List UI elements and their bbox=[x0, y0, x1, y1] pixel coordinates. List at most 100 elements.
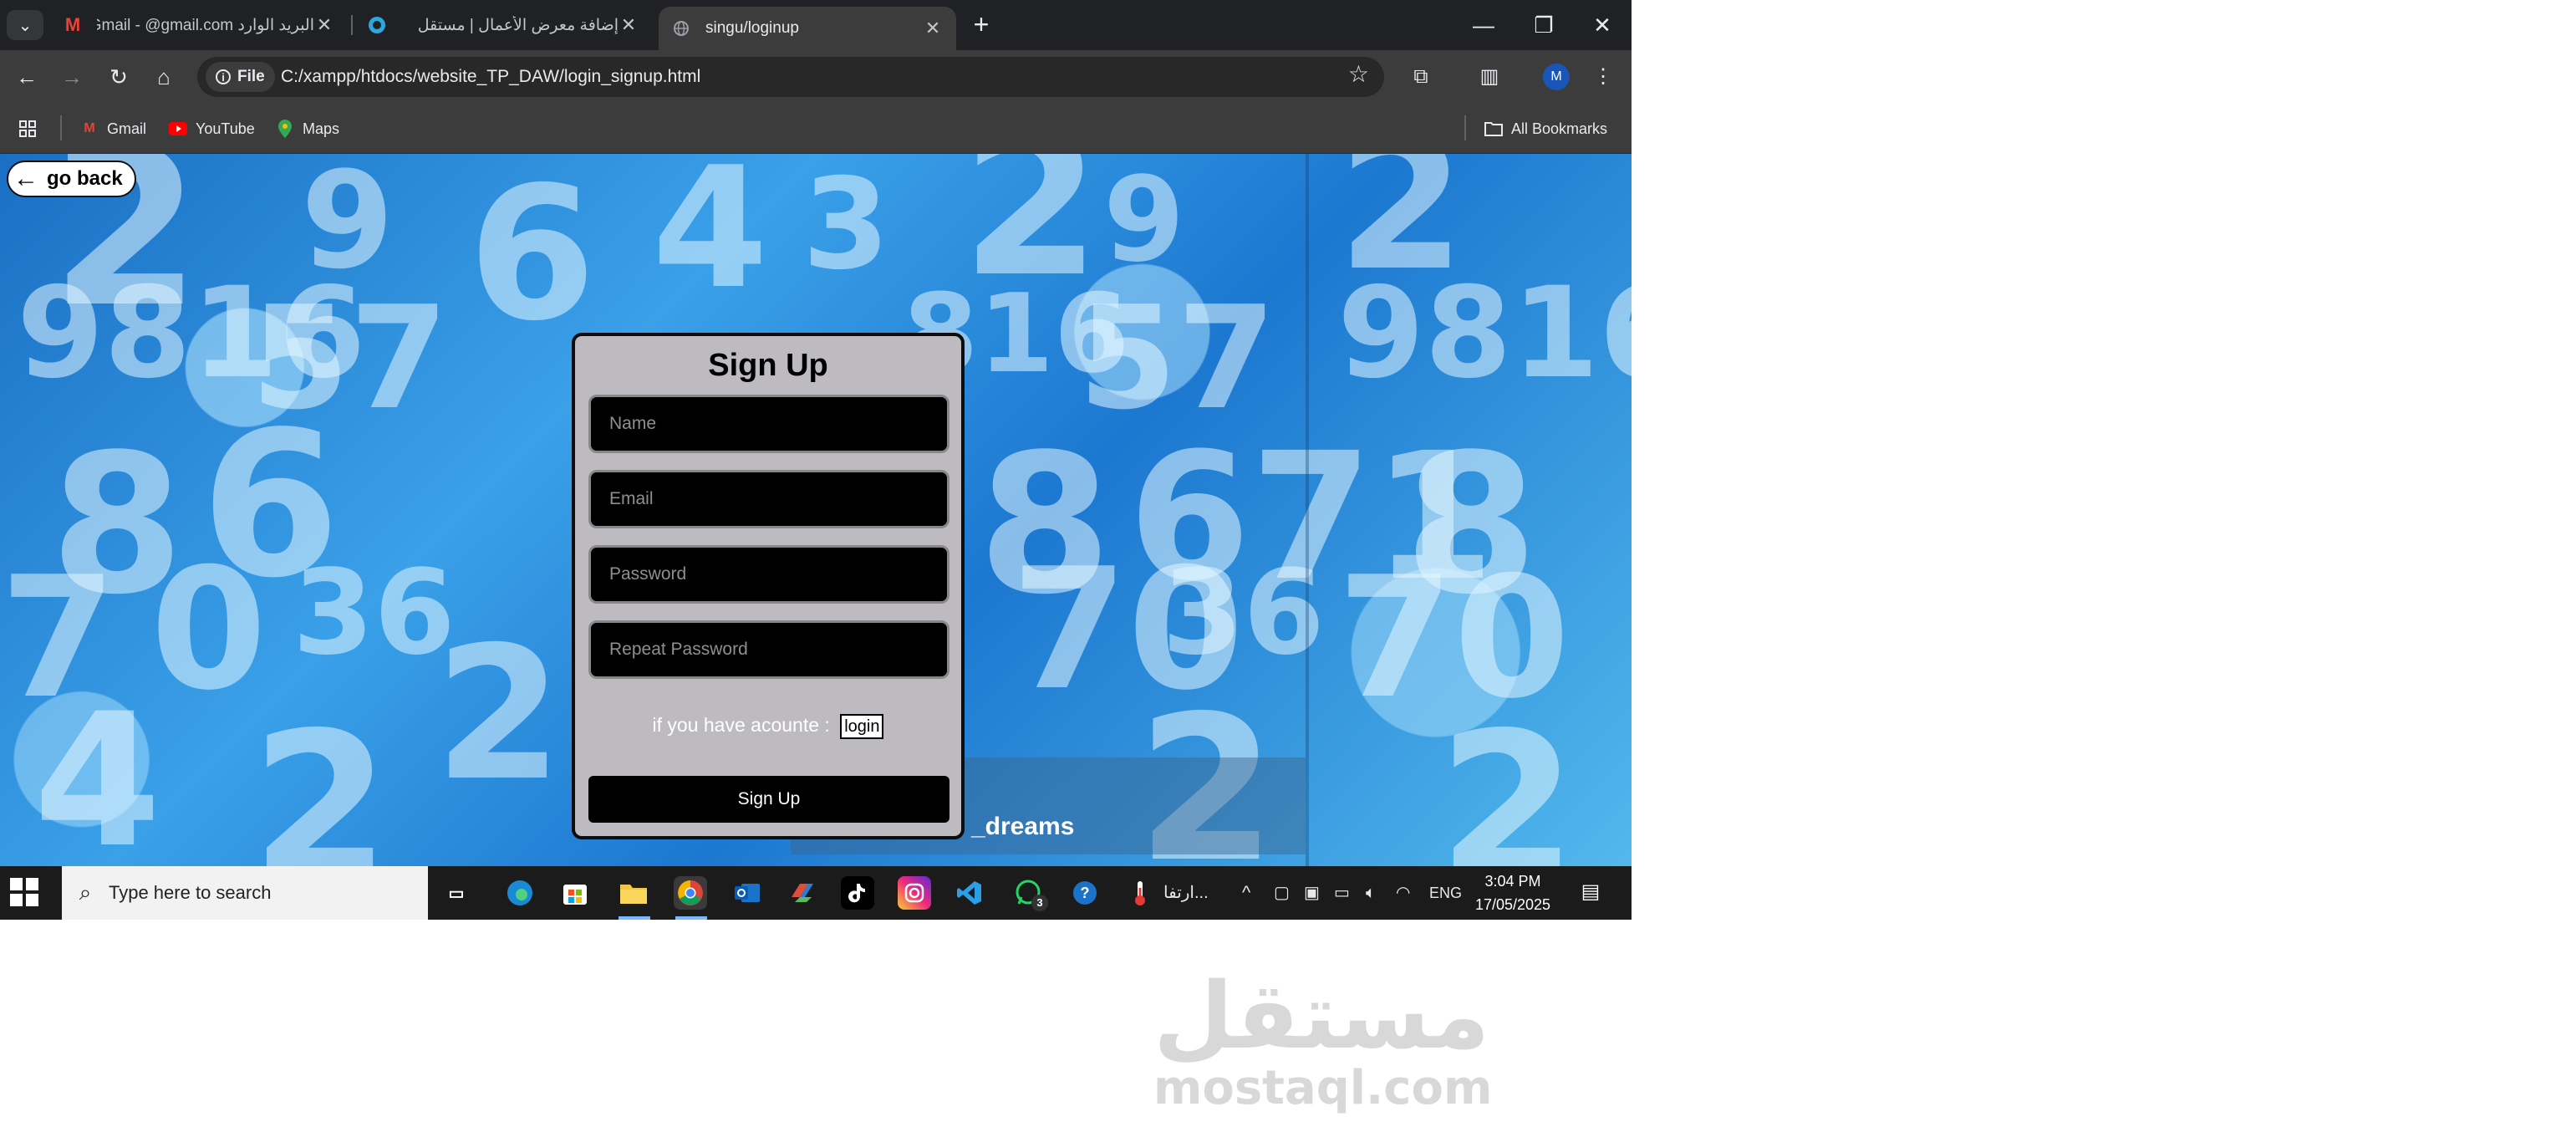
weather-text[interactable]: ارتفا... bbox=[1163, 866, 1209, 920]
notification-badge: 3 bbox=[1031, 895, 1048, 911]
wifi-icon[interactable]: ◠ bbox=[1396, 866, 1410, 920]
login-link[interactable]: login bbox=[840, 714, 884, 739]
notification-center-icon[interactable]: ▤ bbox=[1578, 880, 1603, 905]
chevron-up-icon[interactable]: ^ bbox=[1242, 866, 1250, 920]
back-button[interactable]: ← bbox=[10, 60, 43, 94]
bookmark-label: YouTube bbox=[196, 120, 255, 137]
bookmark-divider bbox=[1464, 115, 1466, 140]
folder-icon bbox=[1484, 120, 1503, 138]
close-tab-icon[interactable]: ✕ bbox=[314, 14, 334, 36]
youtube-icon bbox=[169, 120, 187, 138]
taskbar-search-placeholder: Type here to search bbox=[109, 882, 272, 903]
active-indicator bbox=[675, 916, 707, 920]
microsoft-store-icon[interactable] bbox=[558, 876, 592, 910]
menu-kebab-icon[interactable]: ⋮ bbox=[1586, 60, 1620, 94]
tray-device-icon[interactable]: ▢ bbox=[1274, 866, 1290, 920]
tab-search-button[interactable]: ⌄ bbox=[7, 10, 43, 40]
arrow-left-icon: ← bbox=[16, 64, 38, 89]
background-caption: _dreams bbox=[971, 813, 1075, 840]
close-window-button[interactable]: ✕ bbox=[1581, 8, 1623, 42]
reading-list-icon[interactable]: ▥ bbox=[1473, 60, 1506, 94]
tab-strip: ⌄ M البريد الوارد Gmail - @gmail.com ✕ إ… bbox=[0, 0, 1632, 50]
outlook-icon[interactable] bbox=[731, 876, 764, 910]
forward-button[interactable]: → bbox=[55, 60, 89, 94]
form-title: Sign Up bbox=[708, 348, 828, 383]
address-bar[interactable]: i File C:/xampp/htdocs/website_TP_DAW/lo… bbox=[197, 57, 1384, 97]
task-view-icon[interactable]: ▭ bbox=[440, 876, 473, 910]
gmail-icon: M bbox=[64, 14, 81, 35]
all-bookmarks-button[interactable]: All Bookmarks bbox=[1484, 115, 1607, 142]
email-field[interactable] bbox=[588, 470, 949, 528]
instagram-icon[interactable] bbox=[898, 876, 931, 910]
tab-gmail[interactable]: M البريد الوارد Gmail - @gmail.com ✕ bbox=[50, 7, 348, 43]
mostaql-icon bbox=[368, 16, 386, 34]
close-tab-icon[interactable]: ✕ bbox=[619, 14, 639, 36]
go-back-button[interactable]: ← go back bbox=[7, 161, 136, 197]
vscode-icon[interactable] bbox=[953, 876, 986, 910]
scheme-label: File bbox=[237, 68, 265, 85]
tab-title: إضافة معرض الأعمال | مستقل bbox=[417, 16, 619, 34]
taskbar-clock[interactable]: 3:04 PM 17/05/2025 bbox=[1471, 870, 1555, 916]
arrow-left-icon: ← bbox=[13, 165, 38, 192]
go-back-label: go back bbox=[47, 167, 123, 190]
screenshot: ⌄ M البريد الوارد Gmail - @gmail.com ✕ إ… bbox=[0, 0, 1632, 920]
info-icon: i bbox=[216, 69, 231, 84]
reload-icon: ↻ bbox=[109, 64, 128, 89]
signup-form: Sign Up if you have acounte : login Sign… bbox=[572, 333, 965, 839]
browser-toolbar: ← → ↻ ⌂ i File C:/xampp/htdocs/website_T… bbox=[0, 50, 1632, 104]
clock-time: 3:04 PM bbox=[1484, 873, 1541, 890]
site-info-chip[interactable]: i File bbox=[206, 62, 275, 92]
home-icon: ⌂ bbox=[157, 64, 171, 89]
background-seam bbox=[1306, 154, 1309, 866]
bookmark-gmail[interactable]: M Gmail bbox=[80, 115, 146, 142]
weather-thermometer-icon[interactable] bbox=[1123, 876, 1157, 910]
password-field[interactable] bbox=[588, 545, 949, 604]
mostaql-watermark: مستقل mostaql.com bbox=[1153, 962, 1492, 1112]
bookmark-maps[interactable]: Maps bbox=[276, 115, 339, 142]
file-explorer-icon[interactable] bbox=[617, 876, 650, 910]
windows-taskbar: ⌕ Type here to search ▭ 3 ? ارتفا... ^ ▢… bbox=[0, 866, 1632, 920]
chevron-down-icon: ⌄ bbox=[18, 16, 33, 35]
edge-icon[interactable] bbox=[503, 876, 537, 910]
maps-icon bbox=[276, 120, 294, 138]
tiktok-icon[interactable] bbox=[841, 876, 874, 910]
m365-icon[interactable] bbox=[786, 876, 819, 910]
battery-icon[interactable]: ▭ bbox=[1334, 866, 1350, 920]
gmail-icon: M bbox=[84, 121, 95, 135]
tab-title: البريد الوارد Gmail - @gmail.com bbox=[97, 16, 314, 34]
signup-submit-button[interactable]: Sign Up bbox=[588, 776, 949, 823]
new-tab-button[interactable]: + bbox=[966, 10, 996, 40]
home-button[interactable]: ⌂ bbox=[147, 60, 181, 94]
apps-grid-icon[interactable] bbox=[18, 115, 37, 142]
globe-icon bbox=[672, 19, 690, 38]
search-icon: ⌕ bbox=[79, 880, 92, 905]
help-icon[interactable]: ? bbox=[1068, 876, 1102, 910]
taskbar-search-box[interactable]: ⌕ Type here to search bbox=[62, 866, 428, 920]
bookmark-youtube[interactable]: YouTube bbox=[169, 115, 255, 142]
restore-button[interactable]: ❐ bbox=[1523, 8, 1565, 42]
tab-signup[interactable]: singu/loginup ✕ bbox=[659, 7, 956, 50]
speaker-icon[interactable]: 🔈︎ bbox=[1366, 866, 1376, 920]
watermark-arabic: مستقل bbox=[1153, 962, 1490, 1069]
close-tab-icon[interactable]: ✕ bbox=[923, 18, 943, 39]
url-text[interactable]: C:/xampp/htdocs/website_TP_DAW/login_sig… bbox=[281, 57, 700, 97]
bookmark-star-icon[interactable]: ☆ bbox=[1348, 60, 1369, 88]
windows-start-icon[interactable] bbox=[10, 878, 40, 908]
tray-app-icon[interactable]: ▣ bbox=[1304, 866, 1320, 920]
minimize-button[interactable]: — bbox=[1463, 8, 1504, 42]
repeat-password-field[interactable] bbox=[588, 620, 949, 679]
extensions-icon[interactable]: ⧉ bbox=[1404, 60, 1438, 94]
language-indicator[interactable]: ENG bbox=[1429, 866, 1462, 920]
clock-date: 17/05/2025 bbox=[1474, 896, 1551, 913]
tab-mostaql[interactable]: إضافة معرض الأعمال | مستقل ✕ bbox=[354, 7, 652, 43]
chrome-icon[interactable] bbox=[674, 876, 707, 910]
reload-button[interactable]: ↻ bbox=[102, 60, 135, 94]
svg-text:?: ? bbox=[1081, 885, 1090, 901]
web-page: 2 9 6 4 3 2 9 2 9816 57 816 57 9816 8 6 … bbox=[0, 154, 1632, 866]
profile-avatar[interactable]: M bbox=[1543, 64, 1570, 90]
have-account-row: if you have acounte : login bbox=[575, 714, 961, 739]
whatsapp-icon[interactable]: 3 bbox=[1011, 876, 1048, 911]
bookmark-divider bbox=[60, 115, 62, 140]
name-field[interactable] bbox=[588, 395, 949, 453]
bookmarks-bar: M Gmail YouTube Maps All Bookmarks bbox=[0, 104, 1632, 154]
